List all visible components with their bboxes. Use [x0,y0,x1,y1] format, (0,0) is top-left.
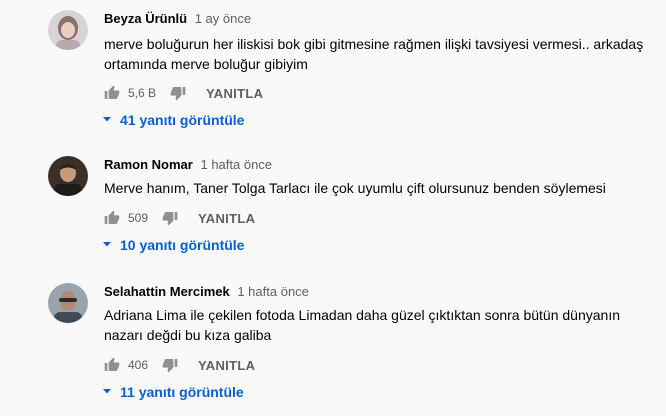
author-name[interactable]: Selahattin Mercimek [104,284,230,299]
caret-down-icon [102,236,112,254]
comment-actions: 5,6 B YANITLA [102,81,263,105]
view-replies-button[interactable]: 11 yanıtı görüntüle [102,380,244,404]
author-name[interactable]: Ramon Nomar [104,157,193,172]
comment-text: merve boluğurun her iliskisi bok gibi gi… [104,34,644,74]
reply-button[interactable]: YANITLA [206,86,263,101]
view-replies-label: 10 yanıtı görüntüle [120,237,245,253]
like-count: 509 [128,211,149,225]
like-count: 5,6 B [128,86,157,100]
comment-time[interactable]: 1 hafta önce [237,284,309,299]
author-name[interactable]: Beyza Ürünlü [104,11,187,26]
caret-down-icon [102,111,112,129]
avatar[interactable] [48,10,88,50]
thumbs-up-icon[interactable] [102,355,122,375]
thumbs-down-icon[interactable] [168,83,188,103]
caret-down-icon [102,383,112,401]
comment-actions: 406 YANITLA [102,353,255,377]
like-count: 406 [128,358,149,372]
thumbs-up-icon[interactable] [102,83,122,103]
comment-text: Merve hanım, Taner Tolga Tarlacı ile çok… [104,178,644,198]
reply-button[interactable]: YANITLA [198,211,255,226]
thumbs-up-icon[interactable] [102,208,122,228]
comment-text-line: nazarı değdi bu kıza galiba [104,327,272,343]
view-replies-button[interactable]: 10 yanıtı görüntüle [102,233,244,257]
comment-actions: 509 YANITLA [102,206,255,230]
thumbs-down-icon[interactable] [160,208,180,228]
avatar[interactable] [48,283,88,323]
reply-button[interactable]: YANITLA [198,358,255,373]
comment-text-line: Adriana Lima ile çekilen fotoda Limadan … [104,307,621,323]
comment-text-line: ortamında merve boluğur gibiyim [104,56,308,72]
view-replies-label: 41 yanıtı görüntüle [120,112,245,128]
comment-text: Adriana Lima ile çekilen fotoda Limadan … [104,305,644,345]
comment-time[interactable]: 1 ay önce [195,11,251,26]
view-replies-label: 11 yanıtı görüntüle [120,384,244,400]
thumbs-down-icon[interactable] [160,355,180,375]
comment-text-line: merve boluğurun her iliskisi bok gibi gi… [104,36,644,52]
comment-time[interactable]: 1 hafta önce [200,157,272,172]
avatar[interactable] [48,156,88,196]
comment-text-line: Merve hanım, Taner Tolga Tarlacı ile çok… [104,180,606,196]
view-replies-button[interactable]: 41 yanıtı görüntüle [102,108,244,132]
